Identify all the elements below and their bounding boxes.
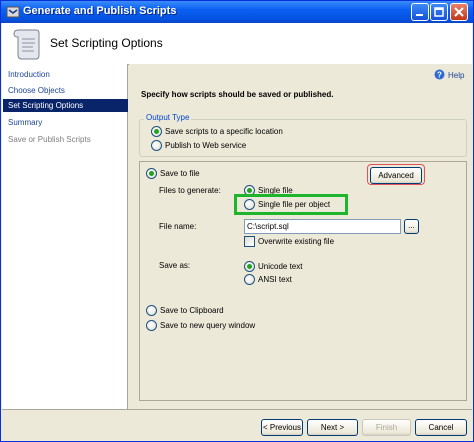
script-scroll-icon [13,29,40,60]
single-file-per-object-highlight [234,194,348,215]
sidebar-item-summary[interactable]: Summary [3,116,128,129]
save-as-label: Save as: [159,261,191,270]
overwrite-label[interactable]: Overwrite existing file [258,237,334,246]
overwrite-checkbox[interactable] [244,236,255,247]
save-scripts-radio[interactable] [151,126,162,137]
finish-button: Finish [362,419,411,436]
save-to-file-label[interactable]: Save to file [160,169,200,178]
file-name-label: File name: [159,222,197,231]
next-button[interactable]: Next > [307,419,358,436]
sidebar-item-introduction[interactable]: Introduction [3,68,128,81]
publish-web-service-radio[interactable] [151,140,162,151]
close-button[interactable] [450,3,468,21]
minimize-button[interactable] [411,3,429,21]
sidebar-item-set-scripting-options[interactable]: Set Scripting Options [3,99,128,112]
sidebar-item-save-or-publish: Save or Publish Scripts [8,135,91,144]
maximize-button[interactable] [430,3,448,21]
unicode-text-label[interactable]: Unicode text [258,262,302,271]
page-title: Set Scripting Options [50,36,163,50]
sidebar-item-choose-objects[interactable]: Choose Objects [3,84,128,97]
ansi-text-radio[interactable] [244,274,255,285]
browse-button[interactable]: ... [404,219,419,234]
advanced-highlight [367,164,425,185]
save-to-file-radio[interactable] [146,168,157,179]
title-bar[interactable]: Generate and Publish Scripts [1,1,473,23]
maximize-icon [434,7,444,17]
close-icon [454,7,464,17]
minimize-icon [416,14,423,16]
dialog-window: Generate and Publish Scripts Set Scripti… [0,0,474,442]
save-to-clipboard-radio[interactable] [146,305,157,316]
page-description: Specify how scripts should be saved or p… [141,90,334,99]
help-label: Help [448,71,465,80]
save-to-query-window-label[interactable]: Save to new query window [160,321,255,330]
window-title: Generate and Publish Scripts [23,5,177,17]
svg-text:?: ? [437,71,442,80]
unicode-text-radio[interactable] [244,261,255,272]
app-icon [6,6,20,18]
save-to-query-window-radio[interactable] [146,320,157,331]
files-to-generate-label: Files to generate: [159,186,221,195]
publish-web-service-label[interactable]: Publish to Web service [165,141,246,150]
output-type-group [139,119,467,157]
page-header: Set Scripting Options [2,23,472,65]
file-name-input[interactable]: C:\script.sql [244,219,401,234]
ansi-text-label[interactable]: ANSI text [258,275,292,284]
cancel-button[interactable]: Cancel [415,419,467,436]
wizard-sidebar: Introduction Choose Objects Set Scriptin… [2,64,128,419]
help-icon: ? [434,69,445,80]
previous-button[interactable]: < Previous [261,419,303,436]
help-link[interactable]: ? Help [434,69,464,80]
save-scripts-label[interactable]: Save scripts to a specific location [165,127,283,136]
save-to-clipboard-label[interactable]: Save to Clipboard [160,306,224,315]
output-type-legend: Output Type [144,113,192,122]
